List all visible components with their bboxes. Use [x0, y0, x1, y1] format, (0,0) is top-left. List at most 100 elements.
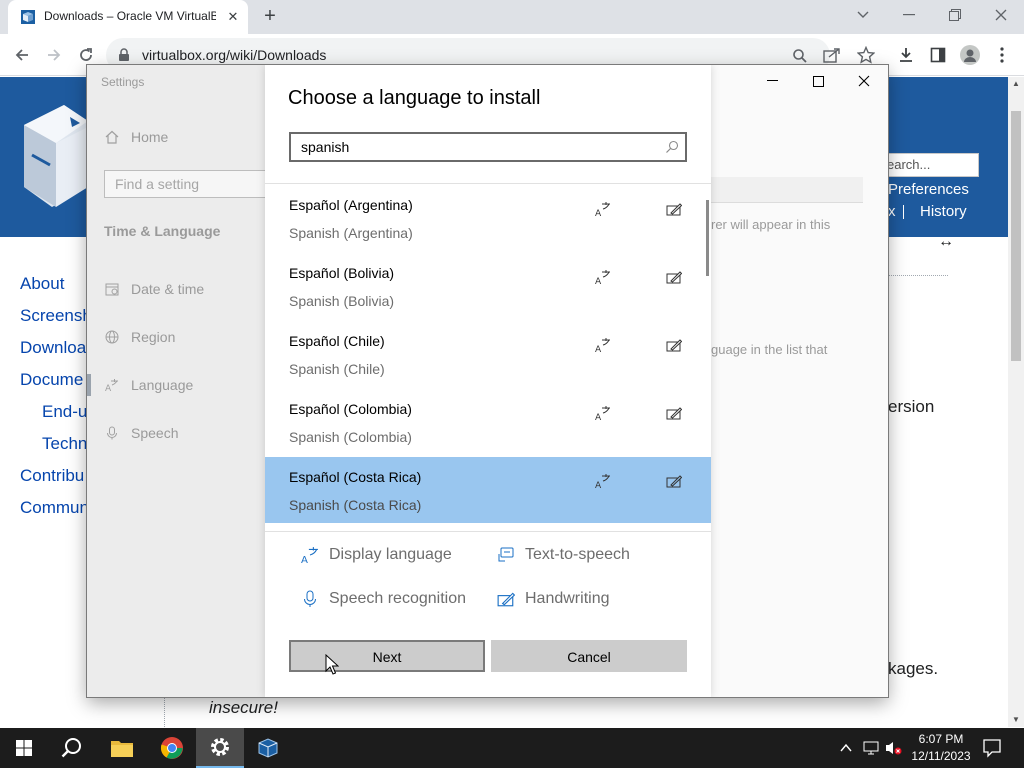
wiki-nav-about[interactable]: About — [20, 274, 64, 294]
taskbar-search-icon[interactable] — [48, 728, 96, 768]
chrome-icon[interactable] — [148, 728, 196, 768]
tab-search-icon[interactable] — [840, 0, 886, 30]
settings-close-icon[interactable] — [841, 65, 887, 97]
legend-label: Text-to-speech — [525, 546, 630, 563]
language-subtitle: Spanish (Chile) — [289, 361, 385, 377]
windows-start-icon[interactable] — [0, 728, 48, 768]
settings-nav-speech[interactable]: Speech — [105, 425, 178, 441]
wiki-nav-end-user[interactable]: End-u — [42, 402, 87, 422]
settings-nav-date-time[interactable]: Date & time — [105, 281, 204, 297]
scroll-up-arrow-icon[interactable]: ▲ — [1008, 77, 1024, 91]
language-name: Español (Colombia) — [289, 401, 412, 417]
history-prefix: x — [888, 203, 896, 220]
cancel-button[interactable]: Cancel — [491, 640, 687, 672]
tab-close-icon[interactable]: ✕ — [224, 8, 242, 26]
forward-arrow-icon[interactable] — [40, 41, 68, 69]
browser-close-icon[interactable] — [978, 0, 1024, 30]
nav-home-label: Home — [131, 129, 169, 145]
calendar-icon — [105, 282, 119, 296]
wiki-nav-contribute[interactable]: Contribu — [20, 466, 84, 486]
language-item-colombia[interactable]: Español (Colombia) Spanish (Colombia) A — [265, 389, 711, 457]
taskbar-clock[interactable]: 6:07 PM 12/11/2023 — [898, 731, 984, 765]
virtualbox-favicon-icon — [20, 9, 36, 25]
profile-avatar-icon[interactable] — [956, 41, 984, 69]
language-item-argentina[interactable]: Español (Argentina) Spanish (Argentina) … — [265, 185, 711, 253]
back-arrow-icon[interactable] — [8, 41, 36, 69]
nav-region-label: Region — [131, 329, 176, 345]
collapse-arrow-icon[interactable]: ↔ — [938, 233, 954, 251]
browser-menu-icon[interactable] — [988, 41, 1016, 69]
legend-label: Display language — [329, 546, 452, 563]
legend-display-language: A Display language — [301, 546, 452, 564]
svg-text:A: A — [595, 481, 602, 489]
settings-minimize-icon[interactable] — [749, 65, 795, 97]
settings-nav-region[interactable]: Region — [105, 329, 175, 345]
search-page-icon[interactable] — [792, 48, 808, 64]
display-language-icon: A — [595, 201, 611, 217]
browser-minimize-icon[interactable] — [886, 0, 932, 30]
language-item-bolivia[interactable]: Español (Bolivia) Spanish (Bolivia) A — [265, 253, 711, 321]
lock-icon[interactable] — [118, 48, 130, 62]
virtualbox-taskbar-icon[interactable] — [244, 728, 292, 768]
language-subtitle: Spanish (Costa Rica) — [289, 497, 422, 513]
text-to-speech-icon — [497, 546, 515, 564]
display-language-icon: A — [595, 473, 611, 489]
find-setting-input[interactable]: Find a setting — [104, 170, 274, 198]
search-icon[interactable] — [665, 140, 679, 154]
settings-nav-home[interactable]: Home — [105, 129, 168, 145]
page-scrollbar[interactable]: ▲ ▼ — [1008, 77, 1024, 727]
handwriting-icon — [666, 269, 682, 285]
language-name: Español (Bolivia) — [289, 265, 395, 281]
wiki-nav-community[interactable]: Commun — [20, 498, 89, 518]
handwriting-icon — [666, 405, 682, 421]
virtualbox-logo-icon — [16, 95, 88, 217]
legend-label: Handwriting — [525, 590, 610, 607]
scroll-down-arrow-icon[interactable]: ▼ — [1008, 713, 1024, 727]
language-list[interactable]: Español (Argentina) Spanish (Argentina) … — [265, 183, 711, 523]
download-icon[interactable] — [892, 41, 920, 69]
search-value: spanish — [301, 139, 350, 155]
settings-nav-language[interactable]: A Language — [105, 377, 193, 393]
settings-taskbar-icon[interactable] — [196, 728, 244, 768]
language-item-costa-rica[interactable]: Español (Costa Rica) Spanish (Costa Rica… — [265, 457, 711, 523]
handwriting-icon — [666, 337, 682, 353]
wiki-content-border — [164, 697, 165, 727]
wiki-search-input[interactable]: earch... — [880, 153, 979, 177]
new-tab-button[interactable]: + — [258, 5, 282, 29]
file-explorer-icon[interactable] — [98, 728, 146, 768]
settings-maximize-icon[interactable] — [795, 65, 841, 97]
section-heading: Time & Language — [104, 223, 221, 239]
notifications-icon[interactable] — [982, 738, 1002, 758]
settings-window: Settings Home Find a setting Time & Lang… — [87, 65, 888, 697]
list-scrollbar[interactable] — [706, 200, 709, 276]
language-search-input[interactable]: spanish — [289, 132, 687, 162]
preferences-link[interactable]: Preferences — [888, 181, 969, 198]
wiki-nav-documentation[interactable]: Docume — [20, 370, 83, 390]
language-subtitle: Spanish (Argentina) — [289, 225, 413, 241]
wiki-text-insecure: insecure! — [209, 698, 278, 717]
side-panel-icon[interactable] — [924, 41, 952, 69]
scrollbar-thumb[interactable] — [1011, 111, 1021, 361]
display-language-icon: A — [595, 269, 611, 285]
link-divider — [903, 205, 904, 219]
language-item-chile[interactable]: Español (Chile) Spanish (Chile) A — [265, 321, 711, 389]
svg-text:A: A — [595, 277, 602, 285]
nav-speech-label: Speech — [131, 425, 179, 441]
wiki-nav-technical[interactable]: Techn — [42, 434, 87, 454]
language-subtitle: Spanish (Bolivia) — [289, 293, 395, 309]
svg-text:A: A — [595, 345, 602, 353]
next-button[interactable]: Next — [289, 640, 485, 672]
browser-tab-strip: Downloads – Oracle VM VirtualBox ✕ + — [0, 0, 1024, 34]
browser-tab[interactable]: Downloads – Oracle VM VirtualBox ✕ — [8, 0, 248, 34]
network-icon[interactable] — [862, 740, 880, 756]
settings-nav-pane: Settings Home Find a setting Time & Lang… — [87, 65, 274, 697]
browser-restore-icon[interactable] — [932, 0, 978, 30]
wiki-nav-downloads[interactable]: Downloa — [20, 338, 86, 358]
tray-chevron-icon[interactable] — [838, 740, 854, 756]
svg-text:A: A — [105, 384, 112, 392]
nav-date-time-label: Date & time — [131, 281, 205, 297]
microphone-icon — [301, 590, 319, 608]
wiki-nav-screenshots[interactable]: Screensh — [20, 306, 92, 326]
nav-selected-indicator — [87, 374, 91, 396]
history-link[interactable]: History — [920, 203, 967, 220]
